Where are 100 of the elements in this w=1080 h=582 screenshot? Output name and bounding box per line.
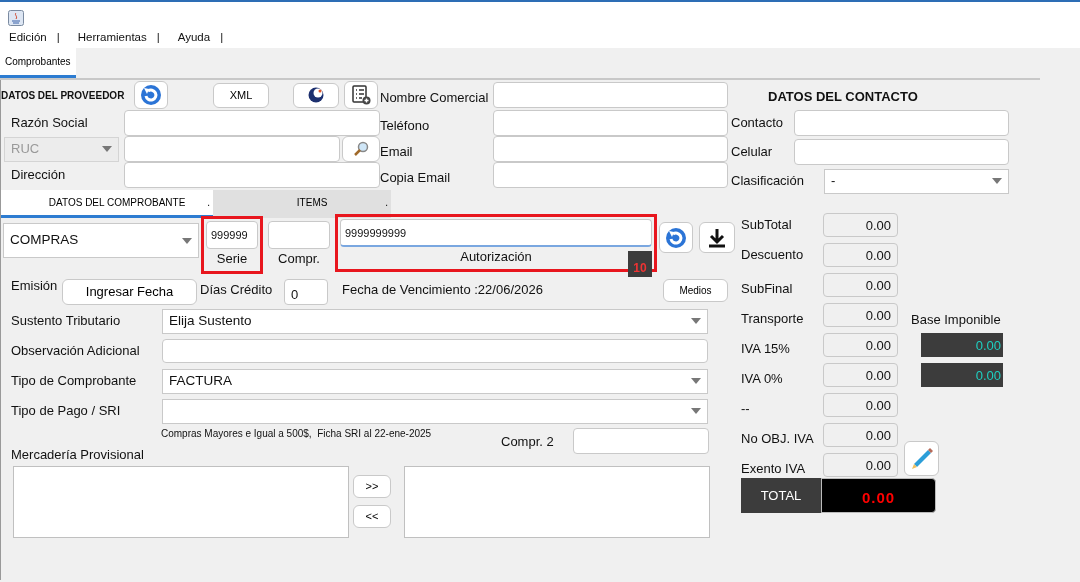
refresh-icon (665, 226, 687, 249)
total-label: Transporte (740, 310, 805, 329)
search-icon (353, 141, 369, 157)
dropdown[interactable] (162, 398, 708, 424)
field-label: Base Imponible (911, 311, 1001, 330)
caret-icon (992, 178, 1002, 184)
total-label: SubFinal (740, 280, 794, 299)
app-icon (8, 9, 24, 26)
base-value: 0.00 (921, 333, 1003, 357)
section-title: DATOS DEL CONTACTO (768, 88, 918, 107)
field-label: Contacto (731, 114, 785, 133)
total-label: SubTotal (740, 216, 793, 235)
input-field[interactable] (493, 136, 728, 162)
total-value: 0.00 (823, 363, 898, 387)
input-field[interactable] (124, 136, 340, 162)
input-field[interactable] (162, 339, 708, 363)
menu-item[interactable]: Edición (9, 29, 47, 47)
download-button[interactable] (699, 222, 735, 253)
input-field[interactable]: 9999999999 (340, 219, 652, 247)
note-text: Compras Mayores e Igual a 500$, Ficha SRI al 22-ene-2025 (161, 427, 433, 441)
input-field[interactable] (124, 110, 380, 136)
field-label: Teléfono (380, 117, 431, 136)
input-field[interactable] (493, 162, 728, 188)
menu-separator: | (156, 30, 160, 46)
total-value: 0.00 (823, 273, 898, 297)
input-field[interactable]: 0 (284, 279, 328, 305)
list-add-button[interactable] (344, 81, 378, 109)
field-label: Autorización (460, 248, 532, 266)
list-box[interactable] (13, 466, 349, 538)
refresh-icon (140, 84, 162, 106)
field-label: Nombre Comercial (380, 89, 490, 108)
input-field[interactable] (794, 139, 1009, 165)
field-label: Emisión (10, 277, 59, 295)
refresh-button[interactable] (134, 81, 168, 109)
input-field[interactable] (268, 221, 330, 249)
menu-item[interactable]: Herramientas (77, 29, 147, 47)
menu-item[interactable]: Ayuda (177, 29, 211, 47)
input-field[interactable] (493, 82, 728, 108)
dropdown[interactable]: FACTURA (162, 368, 708, 394)
total-label: No OBJ. IVA (740, 430, 815, 449)
total-value: 0.00 (823, 243, 898, 267)
input-field[interactable] (493, 110, 728, 136)
total-label: -- (740, 400, 751, 419)
total-label: TOTAL (741, 478, 821, 513)
field-label: Dirección (10, 166, 67, 185)
total-value: 0.00 (823, 453, 898, 477)
caret-icon (182, 237, 192, 244)
move-button[interactable]: >> (353, 475, 391, 498)
caret-icon (691, 378, 701, 384)
total-label: Descuento (740, 246, 805, 265)
field-label: Serie (216, 250, 248, 268)
field-label: Días Crédito (200, 281, 274, 300)
date-button[interactable]: Ingresar Fecha (62, 279, 197, 305)
counter-badge: 10 (628, 250, 652, 277)
moon-icon (308, 87, 324, 103)
total-value: 0.00 (821, 478, 936, 513)
total-value: 0.00 (823, 213, 898, 237)
field-label: Celular (731, 143, 774, 162)
input-field[interactable]: 999999 (206, 221, 258, 249)
total-value: 0.00 (823, 423, 898, 447)
list-box[interactable] (404, 466, 710, 538)
field-label: Razón Social (10, 114, 89, 133)
total-value: 0.00 (823, 303, 898, 327)
total-label: IVA 0% (740, 370, 784, 389)
dropdown[interactable]: - (824, 168, 1009, 194)
refresh-button[interactable] (659, 222, 693, 253)
input-field[interactable] (794, 110, 1009, 136)
field-label: Mercadería Provisional (10, 446, 145, 463)
edit-button[interactable] (904, 440, 939, 476)
medios-button[interactable]: Medios (663, 278, 728, 302)
caret-icon (691, 318, 701, 324)
move-button[interactable]: << (353, 505, 391, 528)
field-label: Compr. 2 (501, 433, 555, 451)
field-label: Observación Adicional (10, 342, 141, 361)
base-value: 0.00 (921, 363, 1003, 387)
caret-icon (102, 146, 112, 152)
total-value: 0.00 (823, 393, 898, 417)
tab[interactable]: ITEMS . (213, 190, 391, 218)
xml-button[interactable]: XML (213, 82, 269, 108)
list-add-icon (351, 85, 371, 105)
field-label: Sustento Tributario (10, 312, 122, 331)
field-label: Compr. (278, 250, 320, 268)
menu-separator: | (56, 30, 60, 46)
total-label: Exento IVA (740, 460, 807, 479)
field-label: Tipo de Pago / SRI (10, 402, 122, 421)
menu-separator: | (220, 30, 224, 46)
field-label: Clasificación (731, 172, 805, 191)
input-field[interactable] (573, 428, 709, 454)
tab[interactable]: Comprobantes (0, 47, 76, 78)
field-label: Copia Email (380, 169, 452, 188)
tab[interactable]: DATOS DEL COMPROBANTE . (1, 190, 213, 218)
due-date-text: Fecha de Vencimiento :22/06/2026 (342, 281, 544, 300)
dropdown[interactable]: Elija Sustento (162, 308, 708, 334)
moon-button[interactable] (293, 82, 339, 108)
search-button[interactable] (342, 136, 380, 162)
input-field[interactable] (124, 162, 380, 188)
total-value: 0.00 (823, 333, 898, 357)
total-label: IVA 15% (740, 340, 791, 359)
section-title: DATOS DEL PROVEEDOR (1, 88, 126, 103)
dropdown[interactable]: COMPRAS (3, 223, 199, 258)
